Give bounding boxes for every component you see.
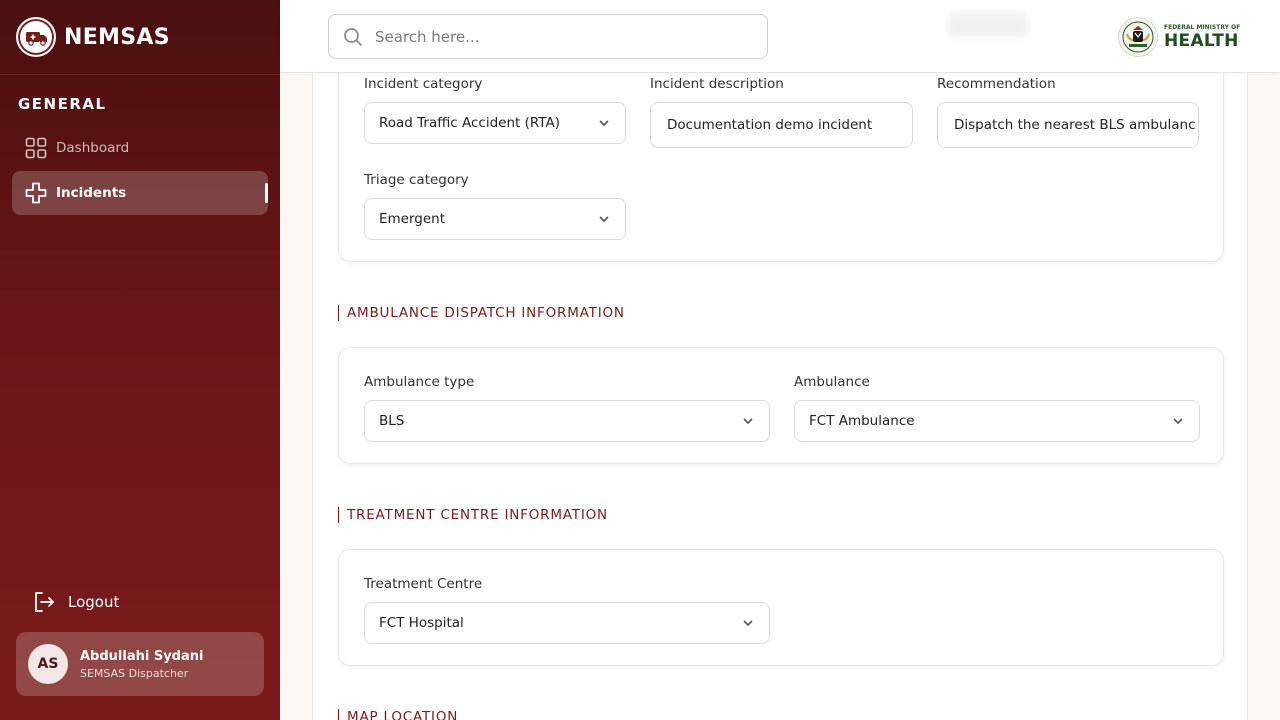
- field-label: Treatment Centre: [364, 576, 483, 592]
- chevron-down-icon: [743, 418, 753, 425]
- sidebar-item-label: Dashboard: [56, 140, 130, 156]
- triage-category-select[interactable]: Emergent: [364, 198, 626, 240]
- incident-details-card: Incident category Road Traffic Accident …: [338, 40, 1224, 262]
- top-header: FEDERAL MINISTRY OF HEALTH: [280, 0, 1280, 73]
- field-label: Ambulance: [794, 374, 870, 390]
- select-value: BLS: [379, 413, 405, 429]
- chevron-down-icon: [599, 120, 609, 127]
- incident-description-field: Incident description Documentation demo …: [650, 76, 913, 148]
- medical-cross-icon: [24, 181, 48, 205]
- triage-category-field: Triage category Emergent: [364, 172, 626, 240]
- sidebar-item-dashboard[interactable]: Dashboard: [12, 126, 268, 170]
- map-section-title: MAP LOCATION: [338, 709, 458, 720]
- treatment-centre-card: Treatment Centre FCT Hospital: [338, 549, 1224, 666]
- chevron-down-icon: [743, 620, 753, 627]
- user-name: Abdullahi Sydani: [80, 648, 204, 664]
- incident-category-field: Incident category Road Traffic Accident …: [364, 76, 626, 144]
- field-label: Ambulance type: [364, 374, 475, 390]
- logout-label: Logout: [68, 593, 120, 611]
- select-value: Emergent: [379, 211, 446, 227]
- field-label: Incident category: [364, 76, 483, 92]
- ambulance-section-title: AMBULANCE DISPATCH INFORMATION: [338, 305, 625, 321]
- sidebar-item-label: Incidents: [56, 185, 127, 201]
- input-value: Dispatch the nearest BLS ambulanc: [954, 117, 1196, 133]
- select-value: FCT Hospital: [379, 615, 464, 631]
- sidebar-section-label: GENERAL: [18, 95, 107, 113]
- select-value: Road Traffic Accident (RTA): [379, 115, 560, 131]
- field-label: Triage category: [364, 172, 469, 188]
- ministry-logo: FEDERAL MINISTRY OF HEALTH: [1118, 16, 1240, 58]
- recommendation-input[interactable]: Dispatch the nearest BLS ambulanc: [937, 102, 1199, 148]
- search-bar[interactable]: [328, 14, 768, 59]
- select-value: FCT Ambulance: [809, 413, 915, 429]
- ambulance-dispatch-card: Ambulance type BLS Ambulance FCT Ambulan…: [338, 347, 1224, 464]
- sidebar-item-incidents[interactable]: Incidents: [12, 171, 268, 215]
- grid-icon: [24, 136, 48, 160]
- blurred-header-element: [948, 12, 1028, 38]
- recommendation-field: Recommendation Dispatch the nearest BLS …: [937, 76, 1199, 148]
- ambulance-icon: [16, 17, 56, 57]
- incident-category-select[interactable]: Road Traffic Accident (RTA): [364, 102, 626, 144]
- logout-button[interactable]: Logout: [32, 590, 119, 614]
- logout-icon: [32, 590, 56, 614]
- brand[interactable]: NEMSAS: [0, 0, 280, 75]
- ambulance-field: Ambulance FCT Ambulance: [794, 374, 1200, 442]
- chevron-down-icon: [1173, 418, 1183, 425]
- treatment-centre-select[interactable]: FCT Hospital: [364, 602, 770, 644]
- field-label: Incident description: [650, 76, 784, 92]
- field-label: Recommendation: [937, 76, 1056, 92]
- chevron-down-icon: [599, 216, 609, 223]
- ambulance-select[interactable]: FCT Ambulance: [794, 400, 1200, 442]
- coat-of-arms-icon: [1118, 17, 1158, 57]
- ambulance-type-field: Ambulance type BLS: [364, 374, 770, 442]
- sidebar: NEMSAS GENERAL Dashboard Incidents Logou…: [0, 0, 280, 720]
- treatment-section-title: TREATMENT CENTRE INFORMATION: [338, 507, 608, 523]
- search-icon: [344, 27, 362, 46]
- brand-name: NEMSAS: [64, 24, 170, 50]
- search-input[interactable]: [375, 27, 755, 46]
- ministry-small-text: FEDERAL MINISTRY OF: [1164, 23, 1241, 31]
- incident-description-input[interactable]: Documentation demo incident: [650, 102, 913, 148]
- ministry-big-text: HEALTH: [1164, 30, 1239, 51]
- treatment-centre-field: Treatment Centre FCT Hospital: [364, 576, 770, 644]
- user-card[interactable]: AS Abdullahi Sydani SEMSAS Dispatcher: [16, 632, 264, 696]
- user-role: SEMSAS Dispatcher: [80, 666, 189, 680]
- main-content: Incident category Road Traffic Accident …: [312, 0, 1248, 720]
- input-value: Documentation demo incident: [667, 117, 873, 133]
- ambulance-type-select[interactable]: BLS: [364, 400, 770, 442]
- avatar: AS: [28, 644, 68, 684]
